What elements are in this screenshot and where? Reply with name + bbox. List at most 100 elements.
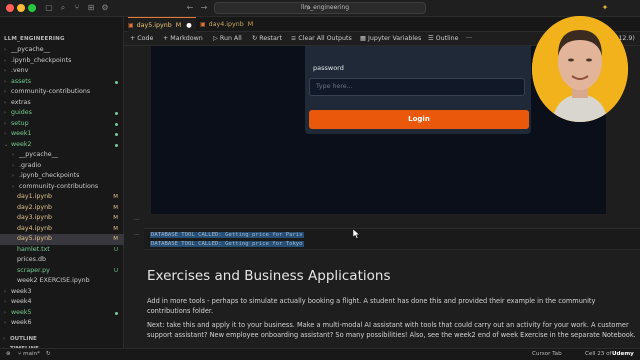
explorer-item-label: guides — [11, 109, 32, 116]
search-icon[interactable]: ⌕ — [58, 3, 68, 13]
more-actions-button[interactable]: ··· — [466, 32, 472, 46]
explorer-item-label: .gradio — [19, 161, 42, 169]
explorer-folder[interactable]: › extras — [0, 98, 124, 109]
cell-output[interactable]: DATABASE TOOL CALLED: Getting price for … — [144, 228, 640, 250]
sync-icon[interactable]: ↻ — [46, 349, 51, 360]
explorer-folder[interactable]: › community-contributions — [0, 182, 124, 193]
password-label: password — [313, 64, 344, 72]
explorer-item-label: day5.ipynb — [17, 235, 53, 242]
chevron-right-icon: › — [4, 99, 6, 106]
branch-icon: ⑂ — [18, 351, 22, 357]
back-arrow-icon[interactable]: ← — [185, 3, 195, 13]
tab-day5[interactable]: ▣ day5.ipynb M ● — [128, 17, 196, 32]
git-status-dot-icon — [115, 311, 118, 315]
explorer-item-label: week5 — [11, 308, 32, 316]
copilot-icon[interactable]: ✦ — [600, 3, 610, 13]
explorer-item-label: week4 — [11, 298, 32, 305]
git-status-dot-icon — [115, 122, 118, 126]
explorer-item-label: .venv — [11, 67, 29, 74]
explorer-sidebar: LLM_ENGINEERING › __pycache__ › .ipynb_chec… — [0, 17, 124, 360]
explorer-file[interactable]: hamlet.txt U — [0, 245, 124, 256]
explorer-folder[interactable]: ⌄ week2 — [0, 140, 124, 151]
settings-icon[interactable]: ⚙ — [100, 3, 110, 13]
add-markdown-cell-button[interactable]: + Markdown — [163, 32, 203, 46]
title-bar: ▢ ⌕ ⑂ ⊞ ⚙ ← → ⌕ llm_engineering ✦ — [0, 0, 640, 17]
forward-arrow-icon[interactable]: → — [199, 3, 209, 13]
jupyter-variables-button[interactable]: ▦ Jupyter Variables — [360, 32, 421, 46]
explorer-file[interactable]: day1.ipynb M — [0, 192, 124, 203]
explorer-folder[interactable]: › week3 — [0, 287, 124, 298]
chevron-right-icon: › — [4, 120, 6, 127]
unsaved-dot-icon[interactable]: ● — [186, 22, 192, 29]
tab-day4[interactable]: ▣ day4.ipynb M — [200, 17, 270, 32]
explorer-icon[interactable]: ▢ — [44, 3, 54, 13]
output-more-icon[interactable]: ··· — [134, 232, 140, 239]
password-input[interactable]: Type here... — [309, 78, 525, 96]
explorer-folder[interactable]: › .ipynb_checkpoints — [0, 56, 124, 67]
explorer-folder[interactable]: › guides — [0, 108, 124, 119]
command-center[interactable]: ⌕ llm_engineering — [214, 2, 426, 14]
explorer-folder[interactable]: › week5 — [0, 308, 124, 319]
source-control-icon[interactable]: ⑂ — [72, 3, 82, 13]
explorer-folder[interactable]: › __pycache__ — [0, 150, 124, 161]
explorer-item-label: .ipynb_checkpoints — [11, 56, 72, 64]
explorer-folder[interactable]: › week6 — [0, 318, 124, 329]
git-status-dot-icon — [115, 143, 118, 147]
close-window-button[interactable] — [6, 4, 14, 12]
chevron-right-icon: › — [4, 131, 6, 137]
explorer-folder[interactable]: › assets — [0, 77, 124, 88]
explorer-folder[interactable]: › .gradio — [0, 161, 124, 172]
restart-icon: ↻ — [252, 35, 258, 42]
explorer-folder[interactable]: › week1 — [0, 129, 124, 140]
clear-icon: ≡ — [291, 35, 297, 42]
chevron-right-icon: › — [4, 89, 6, 95]
explorer-folder[interactable]: › .ipynb_checkpoints — [0, 171, 124, 182]
explorer-file[interactable]: week2 EXERCISE.ipynb — [0, 276, 124, 287]
explorer-folder[interactable]: › setup — [0, 119, 124, 130]
clear-all-outputs-button[interactable]: ≡ Clear All Outputs — [291, 32, 352, 46]
chevron-down-icon: ⌄ — [4, 141, 9, 148]
explorer-header[interactable]: LLM_ENGINEERING — [4, 36, 65, 42]
explorer-file[interactable]: day2.ipynb M — [0, 203, 124, 214]
explorer-item-label: .ipynb_checkpoints — [19, 172, 80, 179]
add-code-cell-button[interactable]: + Code — [130, 32, 153, 46]
cell-position[interactable]: Cell 23 of — [585, 349, 612, 360]
git-status-badge: M — [113, 204, 118, 211]
output-line: DATABASE TOOL CALLED: Getting price for … — [150, 232, 304, 238]
explorer-folder[interactable]: › .venv — [0, 66, 124, 77]
login-button[interactable]: Login — [309, 110, 529, 129]
outline-button[interactable]: ☰ Outline — [428, 32, 458, 46]
chevron-right-icon: › — [12, 152, 14, 158]
git-status-badge: U — [113, 267, 118, 274]
explorer-folder[interactable]: › week4 — [0, 297, 124, 308]
explorer-item-label: extras — [11, 98, 31, 106]
maximize-window-button[interactable] — [28, 4, 36, 12]
explorer-file[interactable]: day5.ipynb M — [0, 234, 124, 245]
explorer-file[interactable]: prices.db — [0, 255, 124, 266]
explorer-item-label: day4.ipynb — [17, 224, 53, 232]
explorer-item-label: __pycache__ — [19, 151, 58, 158]
run-all-button[interactable]: ▷ Run All — [213, 32, 242, 46]
variables-icon: ▦ — [360, 35, 366, 42]
explorer-file[interactable]: day3.ipynb M — [0, 213, 124, 224]
branch-indicator[interactable]: ⑂ main* — [18, 349, 40, 360]
explorer-file[interactable]: day4.ipynb M — [0, 224, 124, 235]
explorer-file[interactable]: scraper.py U — [0, 266, 124, 277]
restart-button[interactable]: ↻ Restart — [252, 32, 282, 46]
git-status-dot-icon — [115, 112, 118, 115]
webcam-overlay — [532, 16, 628, 122]
chevron-right-icon: › — [4, 299, 6, 305]
explorer-folder[interactable]: › community-contributions — [0, 87, 124, 98]
explorer-folder[interactable]: › __pycache__ — [0, 45, 124, 56]
cell-more-icon[interactable]: ··· — [134, 217, 140, 224]
cursor-tab-status[interactable]: Cursor Tab — [532, 349, 562, 360]
outline-section[interactable]: › OUTLINE — [0, 334, 124, 345]
git-status-badge: M — [113, 194, 118, 200]
extensions-icon[interactable]: ⊞ — [86, 3, 96, 13]
markdown-paragraph: Next: take this and apply it to your bus… — [147, 321, 636, 339]
chevron-right-icon: › — [4, 57, 6, 64]
remote-icon[interactable]: ⊗ — [6, 349, 11, 360]
git-status-dot-icon — [115, 80, 118, 84]
minimize-window-button[interactable] — [17, 4, 25, 12]
chevron-right-icon: › — [4, 288, 6, 295]
